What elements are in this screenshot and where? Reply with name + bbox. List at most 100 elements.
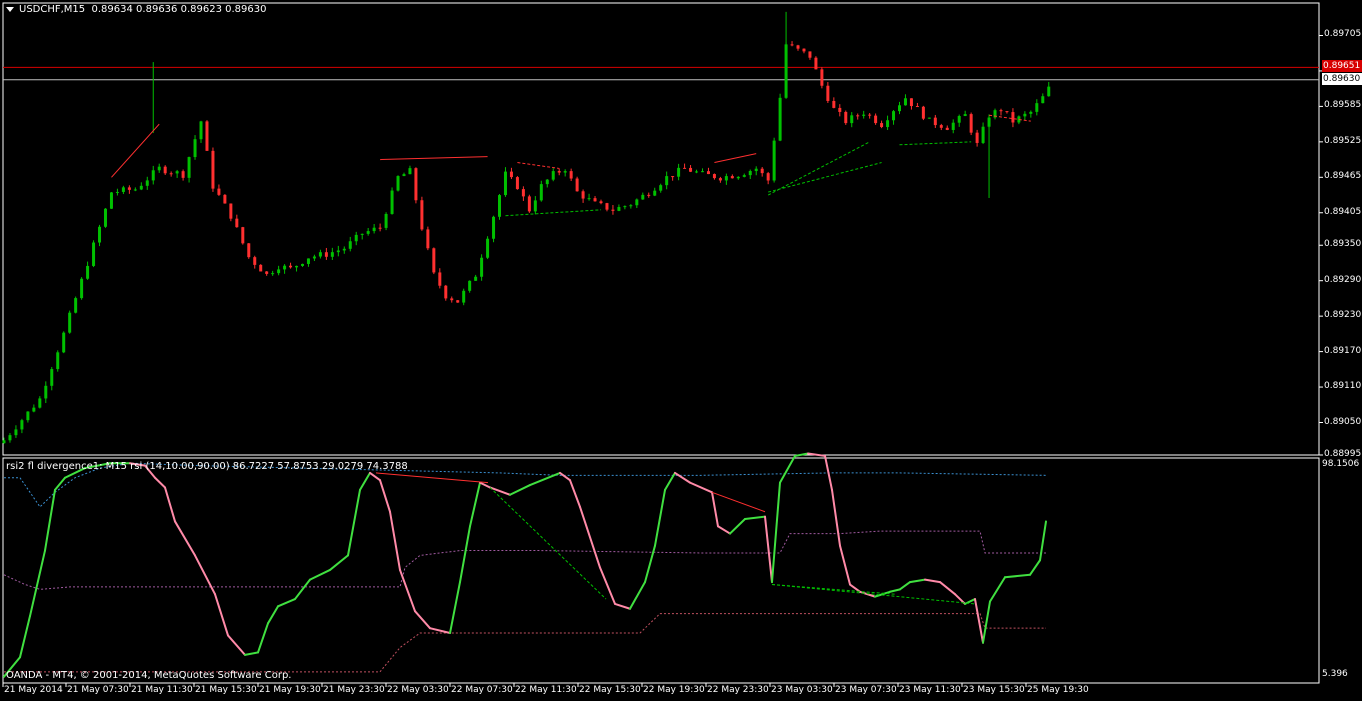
bid-price-tag: 0.89630 <box>1322 73 1362 85</box>
candle-bull <box>736 176 740 179</box>
rsi-segment-down <box>674 471 691 484</box>
candle-bull <box>20 420 24 430</box>
rsi-divergence-line <box>489 487 607 600</box>
candle-bull <box>133 189 137 191</box>
time-label: 21 May 19:30 <box>259 685 321 695</box>
price-label: 0.89465 <box>1324 171 1362 182</box>
rsi-segment-up <box>889 588 901 593</box>
candle-bear <box>706 171 710 175</box>
rsi-segment-down <box>974 598 984 644</box>
candle-bear <box>856 115 860 117</box>
rsi-segment-down <box>807 452 826 457</box>
candle-bull <box>199 121 203 140</box>
rsi-segment-down <box>579 505 601 569</box>
candle-bull <box>301 263 304 266</box>
candle-bull <box>754 168 758 172</box>
rsi-segment-up <box>309 568 331 581</box>
candle-bear <box>515 177 519 190</box>
candle-bear <box>730 176 734 179</box>
candle-bull <box>360 233 364 235</box>
chart-header: USDCHF,M15 0.89634 0.89636 0.89623 0.896… <box>6 4 266 15</box>
broker-footer: OANDA - MT4, © 2001-2014, MetaQuotes Sof… <box>6 670 292 681</box>
rsi-segment-up <box>644 544 656 584</box>
rsi-segment-up <box>899 581 911 591</box>
ohlc-readout: 0.89634 0.89636 0.89623 0.89630 <box>91 4 267 15</box>
candle-bull <box>38 398 42 408</box>
candle-bear <box>235 218 239 228</box>
rsi-segment-up <box>982 600 991 644</box>
candle-bull <box>115 191 119 193</box>
time-label: 21 May 07:30 <box>67 685 129 695</box>
candle-bear <box>712 174 716 179</box>
chart-menu-icon[interactable] <box>6 6 14 12</box>
candle-bull <box>342 248 346 251</box>
candle-bear <box>808 51 812 58</box>
candle-bull <box>850 115 854 124</box>
rsi-segment-down <box>831 488 841 547</box>
rsi-segment-down <box>399 568 416 613</box>
rsi-segment-up <box>909 578 926 584</box>
rsi-segment-up <box>771 481 781 584</box>
candle-bull <box>927 117 931 119</box>
candle-bull <box>1041 96 1045 104</box>
divergence-line <box>767 141 870 196</box>
candle-bear <box>790 44 794 46</box>
rsi-segment-up <box>449 581 461 635</box>
indicator-scale-bottom: 5.396 <box>1322 669 1348 679</box>
candle-bull <box>951 122 955 130</box>
candle-bull <box>402 174 406 177</box>
divergence-line <box>714 153 757 164</box>
candle-bull <box>366 231 370 234</box>
price-label: 0.89170 <box>1324 345 1362 356</box>
rsi-segment-up <box>654 488 666 547</box>
candle-bull <box>103 208 107 227</box>
candle-bear <box>915 106 919 108</box>
price-label: 0.89585 <box>1324 100 1362 111</box>
candle-bull <box>641 194 645 200</box>
candle-bear <box>814 57 818 70</box>
candle-bull <box>283 265 287 270</box>
price-label: 0.88995 <box>1324 449 1362 459</box>
candle-bear <box>432 248 436 273</box>
candle-bull <box>623 206 627 208</box>
candle-bull <box>772 140 776 181</box>
candle-bull <box>271 273 275 275</box>
candle-bull <box>408 168 412 175</box>
candle-bear <box>414 168 418 201</box>
candle-bear <box>247 243 251 258</box>
candle-bear <box>420 200 424 230</box>
candle-bull <box>617 207 621 211</box>
rsi-segment-down <box>711 491 719 528</box>
rsi-segment-down <box>389 510 401 571</box>
reference-line-tag: 0.89651 <box>1322 60 1362 72</box>
candle-bear <box>444 285 448 299</box>
rsi-segment-up <box>469 481 481 528</box>
rsi-segment-down <box>227 634 246 656</box>
candle-bull <box>1035 103 1039 112</box>
candle-bear <box>760 168 764 174</box>
rsi-segment-down <box>764 515 773 584</box>
candle-bull <box>336 250 340 253</box>
rsi-segment-down <box>614 602 631 610</box>
candle-bear <box>289 265 293 268</box>
candle-bull <box>277 269 281 274</box>
candle-bull <box>372 227 376 232</box>
main-pane-frame <box>2 2 1320 456</box>
chart-window[interactable]: USDCHF,M15 0.89634 0.89636 0.89623 0.896… <box>0 0 1362 701</box>
candle-bear <box>939 125 943 128</box>
candle-bull <box>14 429 18 436</box>
candle-bull <box>151 170 155 181</box>
time-label: 22 May 11:30 <box>515 685 577 695</box>
rsi-divergence-line <box>771 584 976 605</box>
candle-bull <box>348 241 352 249</box>
candle-bear <box>880 123 884 128</box>
price-chart[interactable] <box>0 0 1362 701</box>
rsi-divergence-line <box>711 491 766 513</box>
divergence-line <box>768 162 882 193</box>
candle-bear <box>838 107 842 112</box>
time-label: 22 May 15:30 <box>579 685 641 695</box>
candle-bull <box>898 105 901 112</box>
candle-bull <box>892 111 896 121</box>
candle-bear <box>1005 111 1009 113</box>
candle-bull <box>903 98 907 106</box>
